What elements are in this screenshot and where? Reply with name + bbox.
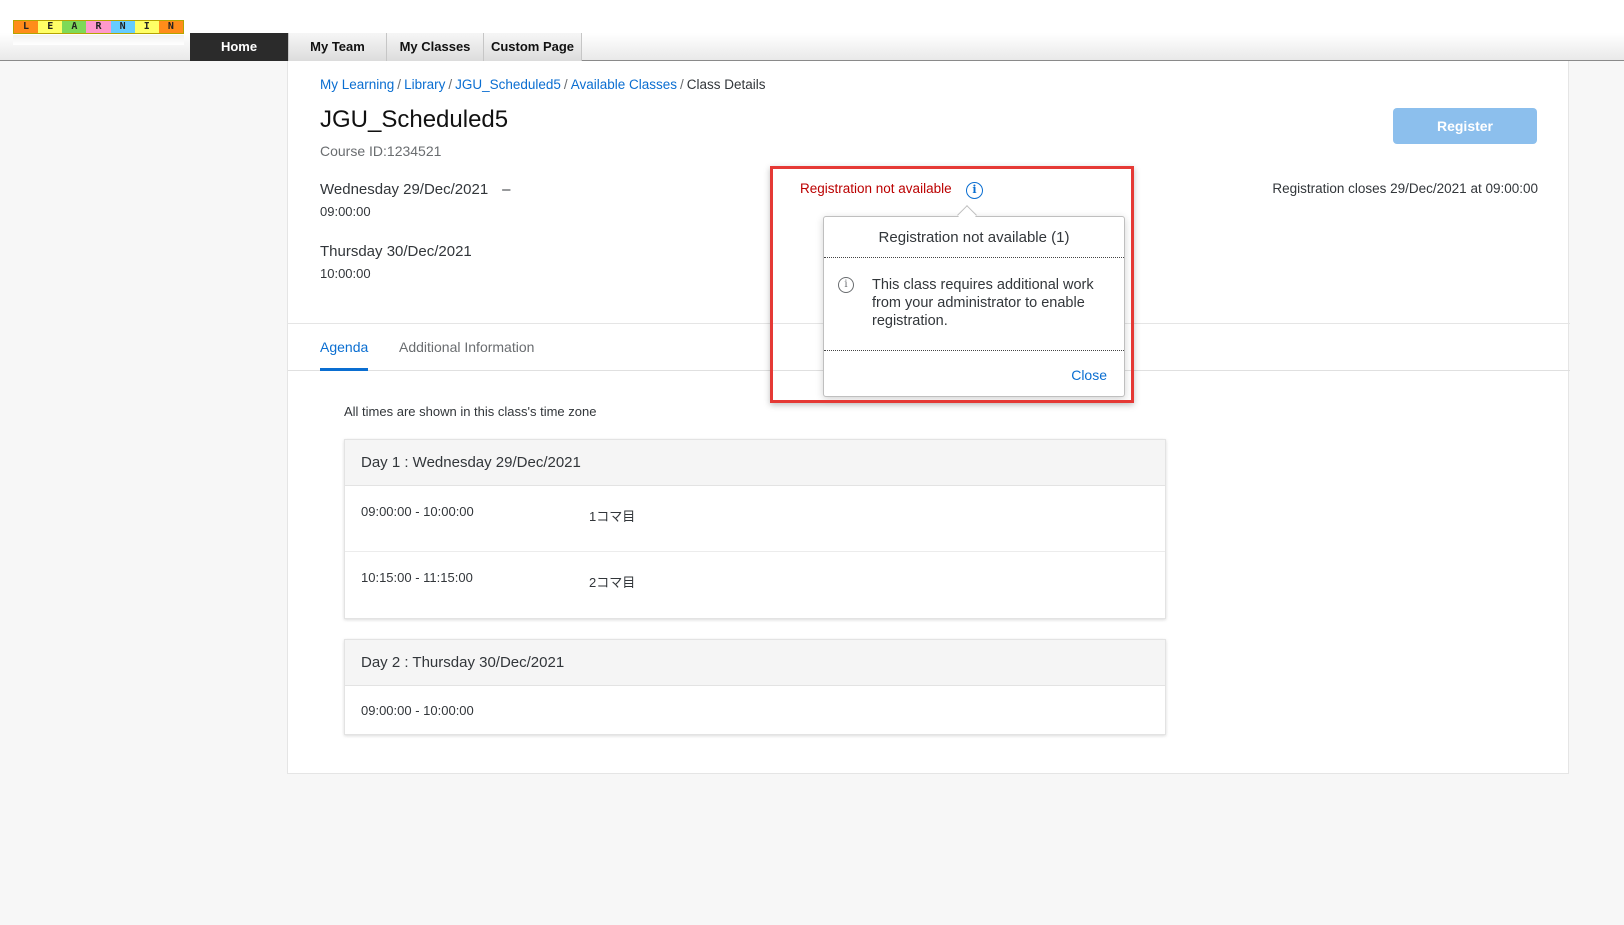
registration-closes-text: Registration closes 29/Dec/2021 at 09:00… [1272,181,1538,196]
table-row: 09:00:00 - 10:00:00 1コマ目 [345,486,1165,552]
breadcrumb-class-name[interactable]: JGU_Scheduled5 [455,77,561,92]
learning-logo[interactable]: L E A R N I N [13,20,184,34]
logo-letter: R [86,21,111,33]
tab-agenda[interactable]: Agenda [320,324,369,371]
breadcrumb-available-classes[interactable]: Available Classes [571,77,677,92]
table-row: 09:00:00 - 10:00:00 [345,686,1165,734]
session-time: 10:15:00 - 11:15:00 [361,570,473,585]
day-header: Day 1 : Wednesday 29/Dec/2021 [345,440,1165,486]
nav-tab-my-team[interactable]: My Team [289,33,387,61]
logo-letter: L [14,21,39,33]
breadcrumb-my-learning[interactable]: My Learning [320,77,394,92]
logo-letter: N [110,21,135,33]
logo-letter: A [62,21,87,33]
session-name: 1コマ目 [589,509,636,524]
logo-reflection [13,35,184,45]
breadcrumb-separator: / [448,77,453,92]
register-button[interactable]: Register [1393,108,1537,144]
agenda-day-card: Day 1 : Wednesday 29/Dec/2021 09:00:00 -… [344,439,1166,619]
breadcrumb-separator: / [563,77,568,92]
start-time: 09:00:00 [320,204,371,219]
nav-tab-custom-page[interactable]: Custom Page [484,33,582,61]
agenda-day-card: Day 2 : Thursday 30/Dec/2021 09:00:00 - … [344,639,1166,735]
page-title: JGU_Scheduled5 [320,106,509,133]
nav-tab-my-classes[interactable]: My Classes [387,33,484,61]
day-header: Day 2 : Thursday 30/Dec/2021 [345,640,1165,686]
table-row: 10:15:00 - 11:15:00 2コマ目 [345,552,1165,618]
top-navigation-bar: L E A R N I N Home My Team My Classes Cu… [0,0,1624,61]
nav-tab-home[interactable]: Home [190,33,289,61]
start-date-row: Wednesday 29/Dec/2021– [320,181,511,198]
breadcrumb: My Learning / Library / JGU_Scheduled5/Avail… [320,77,766,92]
logo-letter: I [134,21,159,33]
start-date: Wednesday 29/Dec/2021 [320,181,489,198]
logo-letter: N [158,21,183,33]
end-time: 10:00:00 [320,266,371,281]
session-time: 09:00:00 - 10:00:00 [361,504,474,519]
timezone-note: All times are shown in this class's time… [344,404,597,419]
class-dates: Wednesday 29/Dec/2021– 09:00:00 Thursday… [320,181,511,281]
end-date: Thursday 30/Dec/2021 [320,243,472,260]
date-range-dash: – [502,181,511,198]
tab-additional-information[interactable]: Additional Information [399,324,534,371]
breadcrumb-separator: / [397,77,402,92]
annotation-highlight-box [770,166,1134,403]
breadcrumb-library[interactable]: Library [404,77,445,92]
session-name: 2コマ目 [589,575,636,590]
logo-letter: E [38,21,63,33]
main-nav: Home My Team My Classes Custom Page [190,33,582,61]
breadcrumb-separator: / [680,77,684,92]
session-time: 09:00:00 - 10:00:00 [361,703,474,718]
course-id: Course ID:1234521 [320,143,442,159]
breadcrumb-current: Class Details [686,77,766,92]
